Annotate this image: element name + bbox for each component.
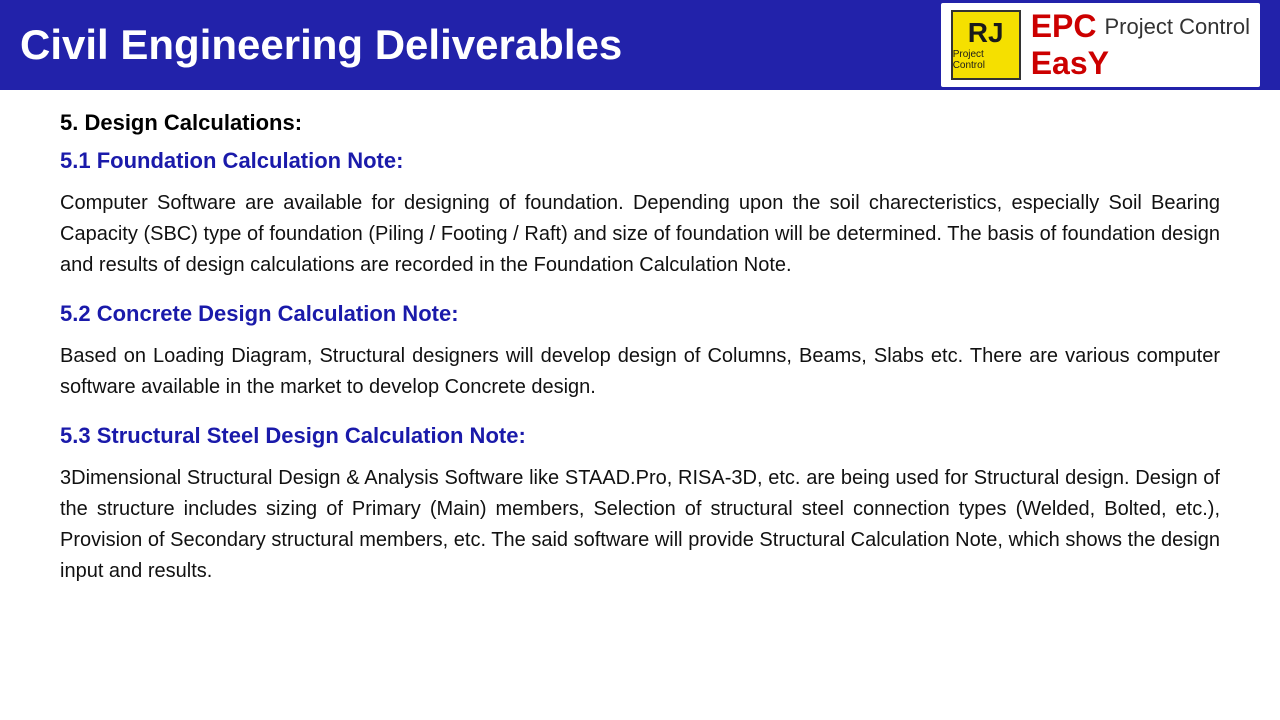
main-content: 5. Design Calculations: 5.1 Foundation C…	[0, 90, 1280, 627]
epc-text-area: EPC Project Control EasY	[1031, 8, 1250, 82]
section53-text: 3Dimensional Structural Design & Analysi…	[60, 463, 1220, 587]
section5-heading: 5. Design Calculations:	[60, 110, 1220, 136]
easy-row: EasY	[1031, 45, 1250, 82]
section52-text: Based on Loading Diagram, Structural des…	[60, 341, 1220, 403]
section51-heading: 5.1 Foundation Calculation Note:	[60, 148, 1220, 174]
easy-label: EasY	[1031, 45, 1109, 82]
epc-row1: EPC Project Control	[1031, 8, 1250, 45]
rj-logo-box: RJ Project Control	[951, 10, 1021, 80]
logo-area: RJ Project Control EPC Project Control E…	[941, 3, 1260, 87]
header: Civil Engineering Deliverables RJ Projec…	[0, 0, 1280, 90]
page-title: Civil Engineering Deliverables	[20, 21, 622, 69]
rj-sub-text: Project Control	[953, 49, 1019, 71]
section53-heading: 5.3 Structural Steel Design Calculation …	[60, 423, 1220, 449]
section52-heading: 5.2 Concrete Design Calculation Note:	[60, 301, 1220, 327]
project-control-text: Project Control	[1104, 14, 1250, 40]
section51-text: Computer Software are available for desi…	[60, 188, 1220, 281]
rj-text: RJ	[968, 19, 1004, 47]
epc-label: EPC	[1031, 8, 1097, 45]
